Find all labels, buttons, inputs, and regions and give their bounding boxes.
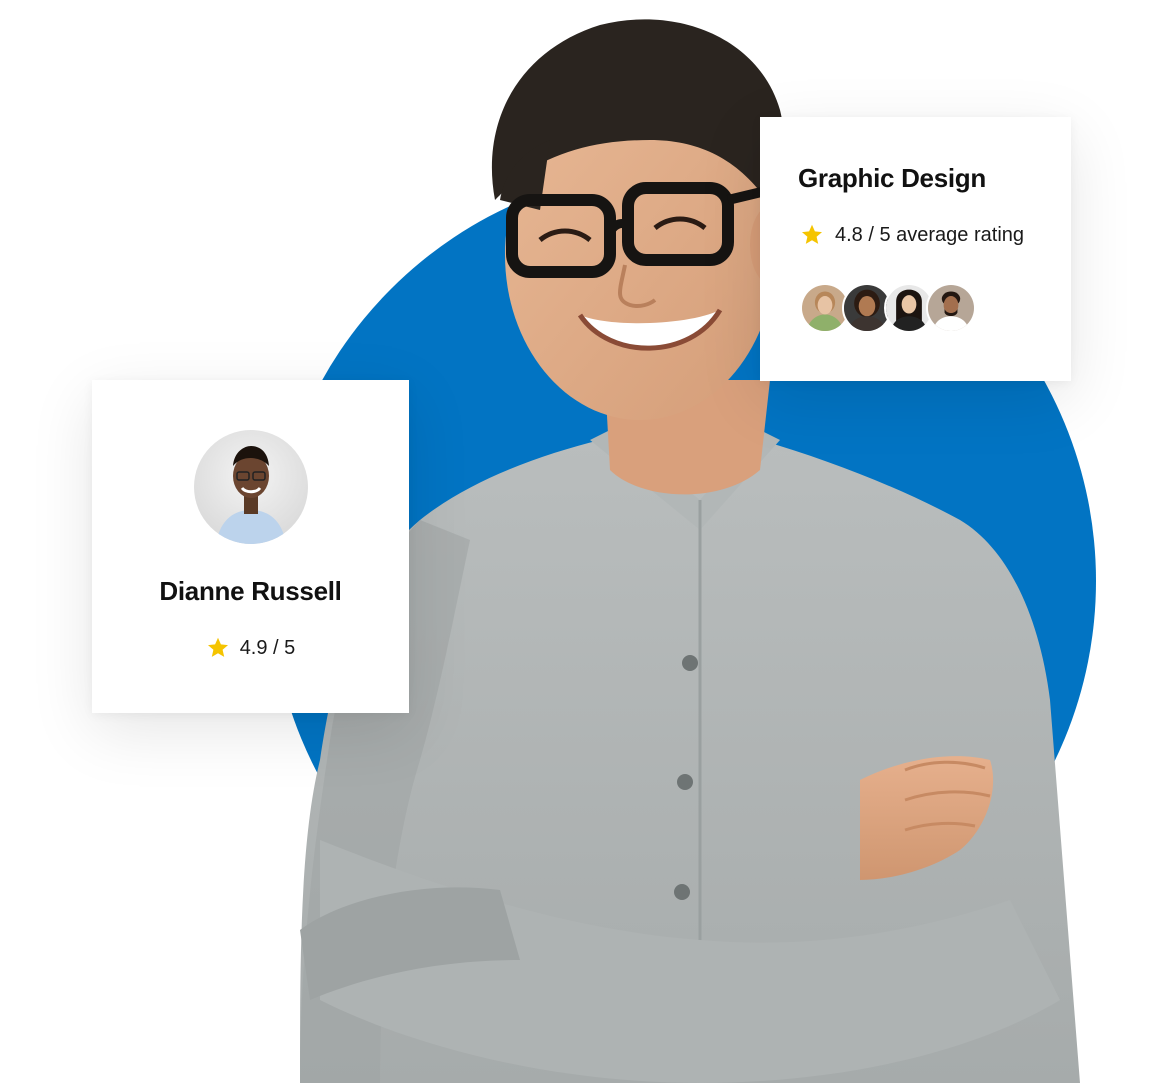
tutor-profile-card[interactable]: Dianne Russell 4.9 / 5 (92, 380, 409, 713)
star-icon (802, 224, 822, 244)
tutor-avatar (194, 430, 308, 544)
tutor-rating: 4.9 / 5 (92, 636, 409, 660)
tutor-rating-text: 4.9 / 5 (239, 636, 296, 659)
course-rating: 4.8 / 5 average rating (800, 223, 1024, 247)
course-rating-card[interactable]: Graphic Design 4.8 / 5 average rating (760, 117, 1071, 381)
tutor-name: Dianne Russell (159, 576, 342, 606)
hero-illustration: Graphic Design 4.8 / 5 average rating Di… (0, 0, 1158, 1083)
reviewer-avatars (800, 283, 990, 335)
reviewer-avatar-4 (926, 283, 976, 333)
course-title: Graphic Design (798, 163, 986, 193)
star-icon (207, 637, 228, 657)
course-rating-text: 4.8 / 5 average rating (835, 223, 1025, 246)
